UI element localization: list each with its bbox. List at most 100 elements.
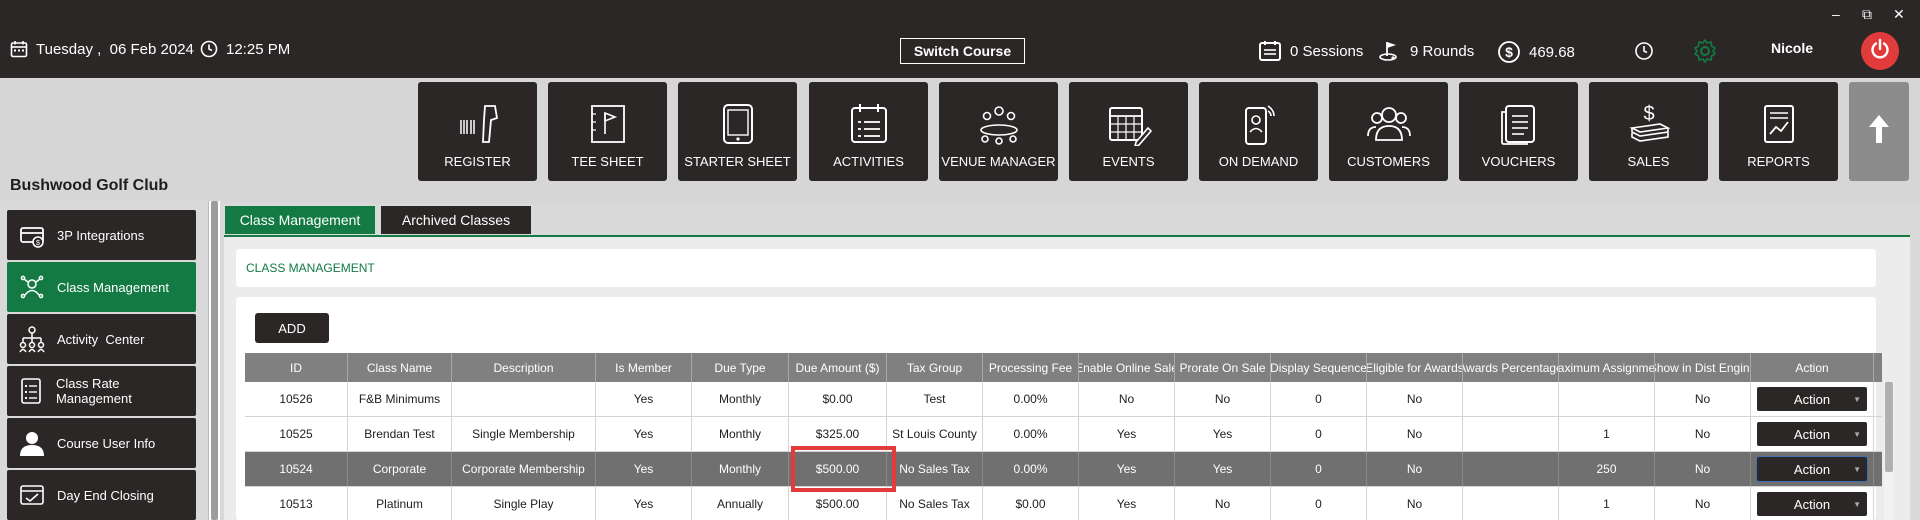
scroll-up-button[interactable] xyxy=(1849,82,1909,181)
table-scrollbar[interactable] xyxy=(1884,382,1894,520)
calendar-list-icon xyxy=(848,102,890,146)
sidebar-item-3p-integrations[interactable]: $ 3P Integrations xyxy=(7,210,196,260)
cell-enable-online-sale: Yes xyxy=(1079,487,1175,520)
cell-awards-percentage xyxy=(1463,452,1559,486)
cell-due-amount: $0.00 xyxy=(789,382,887,416)
balance-display[interactable]: $ 469.68 xyxy=(1497,40,1575,64)
power-button[interactable] xyxy=(1861,32,1899,70)
tab-class-management[interactable]: Class Management xyxy=(225,206,375,234)
cell-description: Single Membership xyxy=(452,417,596,451)
cell-due-type: Monthly xyxy=(692,382,789,416)
column-header-prorate-on-sale[interactable]: Prorate On Sale xyxy=(1175,353,1271,382)
column-header-tax-group[interactable]: Tax Group xyxy=(887,353,983,382)
time-display: 12:25 PM xyxy=(200,40,290,58)
cell-enable-online-sale: No xyxy=(1079,382,1175,416)
cell-display-sequence: 0 xyxy=(1271,382,1367,416)
user-name[interactable]: Nicole xyxy=(1771,40,1813,56)
tablet-icon xyxy=(720,102,756,146)
class-icon xyxy=(7,273,57,301)
cell-due-type: Monthly xyxy=(692,417,789,451)
module-reports[interactable]: REPORTS xyxy=(1719,82,1838,181)
column-header-enable-online-sale[interactable]: Enable Online Sale xyxy=(1079,353,1175,382)
sidebar-item-class-rate-management[interactable]: Class Rate Management xyxy=(7,366,196,416)
module-activities[interactable]: ACTIVITIES xyxy=(809,82,928,181)
module-label: VOUCHERS xyxy=(1481,154,1556,169)
table-row[interactable]: 10525 Brendan Test Single Membership Yes Mon… xyxy=(245,417,1882,452)
module-tee-sheet[interactable]: TEE SHEET xyxy=(548,82,667,181)
action-dropdown-button[interactable]: Action ▼ xyxy=(1757,492,1867,516)
cell-processing-fee: 0.00% xyxy=(983,382,1079,416)
column-header-maximum-assignment[interactable]: Maximum Assignment xyxy=(1559,353,1655,382)
cell-action: Action ▼ xyxy=(1751,417,1874,451)
module-toolbar: REGISTER TEE SHEET STARTER SHEET ACTIVIT… xyxy=(0,78,1920,203)
history-clock-icon[interactable] xyxy=(1634,41,1654,66)
column-header-eligible-for-awards[interactable]: Eligible for Awards xyxy=(1367,353,1463,382)
sidebar-scrollbar[interactable] xyxy=(208,201,220,520)
sessions-display[interactable]: 0 Sessions xyxy=(1258,40,1363,62)
cell-id: 10513 xyxy=(245,487,348,520)
column-header-show-in-dist-engine[interactable]: Show in Dist Engine xyxy=(1655,353,1751,382)
cell-enable-online-sale: Yes xyxy=(1079,452,1175,486)
tab-archived-classes[interactable]: Archived Classes xyxy=(381,206,531,234)
cell-processing-fee: 0.00% xyxy=(983,452,1079,486)
minimize-icon[interactable]: – xyxy=(1832,6,1840,22)
date-text: Tuesday , 06 Feb 2024 xyxy=(36,40,194,58)
settings-gear-icon[interactable] xyxy=(1692,38,1718,69)
module-register[interactable]: REGISTER xyxy=(418,82,537,181)
cell-action: Action ▼ xyxy=(1751,487,1874,520)
action-dropdown-button[interactable]: Action ▼ xyxy=(1757,422,1867,446)
cell-prorate-on-sale: No xyxy=(1175,382,1271,416)
module-vouchers[interactable]: VOUCHERS xyxy=(1459,82,1578,181)
sessions-text: 0 Sessions xyxy=(1290,42,1364,60)
sidebar-item-day-end-closing[interactable]: Day End Closing xyxy=(7,470,196,520)
column-header-due-type[interactable]: Due Type xyxy=(692,353,789,382)
module-customers[interactable]: CUSTOMERS xyxy=(1329,82,1448,181)
user-icon xyxy=(7,429,57,457)
column-header-display-sequence[interactable]: Display Sequence xyxy=(1271,353,1367,382)
module-on-demand[interactable]: ON DEMAND xyxy=(1199,82,1318,181)
top-bar: – ⧉ ✕ Tuesday , 06 Feb 2024 12:25 PM Swi… xyxy=(0,0,1920,78)
cell-awards-percentage xyxy=(1463,382,1559,416)
close-icon[interactable]: ✕ xyxy=(1893,6,1905,23)
cell-awards-percentage xyxy=(1463,487,1559,520)
flag-icon xyxy=(588,102,628,146)
restore-icon[interactable]: ⧉ xyxy=(1862,6,1872,23)
column-header-due-amount[interactable]: Due Amount ($) xyxy=(789,353,887,382)
switch-course-button[interactable]: Switch Course xyxy=(900,38,1025,64)
table-row[interactable]: 10524 Corporate Corporate Membership Yes Mon… xyxy=(245,452,1882,487)
add-button[interactable]: ADD xyxy=(255,313,329,343)
action-label: Action xyxy=(1793,391,1831,407)
module-starter-sheet[interactable]: STARTER SHEET xyxy=(678,82,797,181)
column-header-class-name[interactable]: Class Name xyxy=(348,353,452,382)
cell-display-sequence: 0 xyxy=(1271,487,1367,520)
cell-maximum-assignment: 250 xyxy=(1559,452,1655,486)
table-row[interactable]: 10526 F&B Minimums Yes Monthly $0.00 Test 0.00… xyxy=(245,382,1882,417)
clock-icon xyxy=(200,40,218,58)
table-row[interactable]: 10513 Platinum Single Play Yes Annually $500.… xyxy=(245,487,1882,520)
cell-id: 10525 xyxy=(245,417,348,451)
action-label: Action xyxy=(1793,461,1831,477)
rounds-display[interactable]: 9 Rounds xyxy=(1378,40,1474,62)
column-header-processing-fee[interactable]: Processing Fee xyxy=(983,353,1079,382)
column-header-is-member[interactable]: Is Member xyxy=(596,353,692,382)
users-icon xyxy=(1365,102,1413,146)
column-header-awards-percentage[interactable]: Awards Percentage xyxy=(1463,353,1559,382)
action-dropdown-button[interactable]: Action ▼ xyxy=(1757,387,1867,411)
cell-show-in-dist-engine: No xyxy=(1655,417,1751,451)
column-header-action[interactable]: Action xyxy=(1751,353,1874,382)
cell-due-type: Monthly xyxy=(692,452,789,486)
sidebar-item-label: Class Rate Management xyxy=(55,376,132,406)
module-events[interactable]: EVENTS xyxy=(1069,82,1188,181)
column-header-description[interactable]: Description xyxy=(452,353,596,382)
module-venue-manager[interactable]: VENUE MANAGER xyxy=(939,82,1058,181)
sidebar-item-label: Activity Center xyxy=(57,331,145,347)
action-dropdown-button[interactable]: Action ▼ xyxy=(1756,456,1868,482)
sidebar-item-course-user-info[interactable]: Course User Info xyxy=(7,418,196,468)
section-title: CLASS MANAGEMENT xyxy=(236,249,1876,287)
column-header-id[interactable]: ID xyxy=(245,353,348,382)
sidebar-item-class-management[interactable]: Class Management xyxy=(7,262,196,312)
cell-description xyxy=(452,382,596,416)
cell-prorate-on-sale: No xyxy=(1175,487,1271,520)
module-sales[interactable]: $ SALES xyxy=(1589,82,1708,181)
sidebar-item-activity-center[interactable]: Activity Center xyxy=(7,314,196,364)
